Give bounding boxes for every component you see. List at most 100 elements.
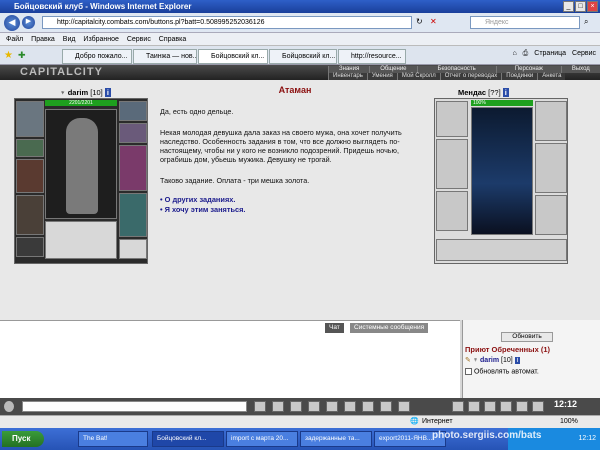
ring-slot[interactable] [119, 123, 147, 143]
game-menu-skills[interactable]: Умения [366, 73, 397, 80]
search-icon[interactable]: ⌕ [584, 17, 588, 27]
task-import[interactable]: import с марта 20... [226, 431, 298, 447]
info-icon[interactable]: i [104, 88, 111, 97]
task-thebat[interactable]: The Bat! [78, 431, 148, 447]
npc-ring-slot [535, 101, 567, 141]
map-icon[interactable] [452, 401, 464, 412]
refresh-button[interactable]: Обновить [501, 332, 553, 342]
logs-icon[interactable] [398, 401, 410, 412]
page-menu[interactable]: Страница [534, 50, 566, 58]
menu-tools[interactable]: Сервис [127, 36, 151, 43]
room-user-info-icon[interactable]: i [514, 357, 521, 364]
close-button[interactable]: × [587, 1, 598, 12]
search-input[interactable]: Яндекс [470, 16, 580, 29]
npc-portrait[interactable] [471, 107, 533, 235]
armor-slot[interactable] [16, 195, 44, 235]
private-message-icon[interactable]: ✎ [465, 357, 471, 364]
game-menu-transfers[interactable]: Отчет о переводах [439, 73, 502, 80]
chat-mode-icon[interactable] [4, 401, 14, 412]
tab-system-messages[interactable]: Системные сообщения [350, 323, 429, 333]
auto-refresh-checkbox[interactable] [465, 368, 472, 375]
menu-favorites[interactable]: Избранное [83, 36, 118, 43]
game-menu-character[interactable]: Персонаж [495, 66, 561, 73]
lock-icon[interactable] [380, 401, 392, 412]
zoom-level[interactable]: 100% [560, 416, 578, 428]
room-user-name[interactable]: darim [480, 357, 499, 364]
print-icon[interactable]: ⎙ [523, 50, 529, 58]
filter-icon[interactable] [308, 401, 320, 412]
start-button[interactable]: Пуск [2, 431, 44, 447]
favorites-star-icon[interactable]: ★ [4, 50, 13, 61]
task-combats[interactable]: Бойцовский кл... [152, 431, 224, 447]
window-controls: _ □ × [563, 1, 598, 12]
menu-bar: Файл Правка Вид Избранное Сервис Справка [0, 33, 600, 46]
translit-icon[interactable] [344, 401, 356, 412]
weapon-slot[interactable] [16, 159, 44, 193]
tab-combats-2[interactable]: Бойцовский кл... [269, 49, 337, 64]
player-avatar[interactable] [45, 109, 117, 219]
other-quests-link[interactable]: • О других заданиях. [160, 195, 430, 205]
send-icon[interactable] [254, 401, 266, 412]
npc-helmet-slot [436, 101, 468, 137]
boots-slot[interactable] [119, 239, 147, 259]
game-menu-top: Знания Общение Безопасность Персонаж Вых… [328, 66, 600, 73]
gloves-slot[interactable] [119, 145, 147, 191]
npc-info-icon[interactable]: i [502, 88, 509, 97]
back-arrow-icon[interactable]: ◀ [4, 15, 20, 31]
minimize-button[interactable]: _ [563, 1, 574, 12]
room-user-level: [10] [501, 357, 513, 364]
home-icon[interactable]: ⌂ [512, 50, 516, 58]
legs-slot[interactable] [119, 193, 147, 237]
menu-view[interactable]: Вид [63, 36, 76, 43]
settings-icon[interactable] [326, 401, 338, 412]
tab-taynzha[interactable]: Таинжа — нов... [133, 49, 197, 64]
bank-icon[interactable] [516, 401, 528, 412]
tab-bar: ★ ✚ Добро пожало... Таинжа — нов... Бойц… [0, 46, 600, 65]
tab-resource[interactable]: http://resource... [338, 49, 406, 64]
game-menu-inventory[interactable]: Инвентарь [328, 73, 367, 80]
game-menu-security[interactable]: Безопасность [416, 66, 496, 73]
refresh-icon[interactable]: ↻ [416, 17, 423, 26]
address-bar: ◀ ▶ http://capitalcity.combats.com/butto… [0, 13, 600, 33]
friends-icon[interactable] [500, 401, 512, 412]
player-silhouette [66, 118, 98, 214]
npc-level: [??] [488, 88, 501, 97]
smiles-icon[interactable] [290, 401, 302, 412]
menu-edit[interactable]: Правка [31, 36, 55, 43]
clear-icon[interactable] [272, 401, 284, 412]
maximize-button[interactable]: □ [575, 1, 586, 12]
url-input[interactable]: http://capitalcity.combats.com/buttons.p… [42, 16, 412, 29]
sound-icon[interactable] [362, 401, 374, 412]
game-menu-battles[interactable]: Поединки [501, 73, 538, 80]
npc-bottom-slots [436, 239, 567, 261]
game-menu-exit[interactable]: Выход [560, 66, 600, 73]
task-detained[interactable]: задержанные та... [300, 431, 372, 447]
mail-icon[interactable] [468, 401, 480, 412]
tools-menu[interactable]: Сервис [572, 50, 596, 58]
add-favorite-icon[interactable]: ✚ [18, 50, 26, 61]
npc-weapon-slot [436, 139, 468, 189]
helmet-slot[interactable] [16, 101, 44, 137]
menu-help[interactable]: Справка [159, 36, 186, 43]
amulet-slot[interactable] [16, 139, 44, 157]
help-icon[interactable] [532, 401, 544, 412]
shop-icon[interactable] [484, 401, 496, 412]
player-name[interactable]: darim [68, 88, 88, 97]
accept-quest-link[interactable]: • Я хочу этим заняться. [160, 205, 430, 215]
rune-slots[interactable] [45, 221, 117, 259]
tab-chat[interactable]: Чат [325, 323, 344, 333]
game-menu-knowledge[interactable]: Знания [328, 66, 370, 73]
menu-file[interactable]: Файл [6, 36, 23, 43]
game-menu-scroll[interactable]: Мой Скролл [396, 73, 440, 80]
belt-slot[interactable] [16, 237, 44, 257]
tab-welcome[interactable]: Добро пожало... [62, 49, 132, 64]
forward-arrow-icon[interactable]: ▶ [22, 16, 35, 29]
npc-name[interactable]: Мендас [458, 88, 486, 97]
stop-icon[interactable]: ✕ [430, 17, 437, 26]
watermark: photo.sergiis.com/bats [432, 430, 542, 441]
earring-slot[interactable] [119, 101, 147, 121]
game-menu-social[interactable]: Общение [369, 66, 417, 73]
game-menu-profile[interactable]: Анкета [537, 73, 566, 80]
tab-combats-active[interactable]: Бойцовский кл... [198, 49, 268, 64]
chat-input[interactable] [22, 401, 247, 412]
